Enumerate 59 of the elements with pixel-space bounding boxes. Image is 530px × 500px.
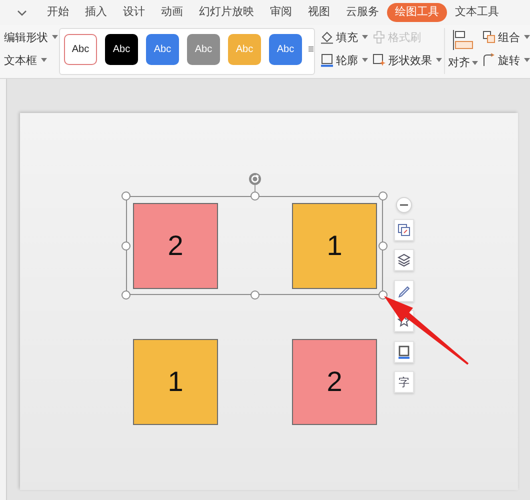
ribbon-button[interactable]: 文本框 bbox=[4, 50, 60, 70]
caret-icon bbox=[52, 35, 58, 39]
ribbon-tab[interactable]: 文本工具 bbox=[447, 3, 507, 22]
resize-handle[interactable] bbox=[250, 290, 259, 300]
style-swatch[interactable]: Abc bbox=[105, 34, 138, 65]
outline-square-icon bbox=[397, 344, 411, 358]
resize-handle[interactable] bbox=[250, 192, 259, 200]
ribbon-tab[interactable]: 视图 bbox=[300, 3, 338, 22]
ribbon-button[interactable]: 形状效果 bbox=[372, 50, 442, 70]
caret-icon bbox=[472, 60, 478, 64]
minus-icon bbox=[400, 204, 408, 206]
caret-icon bbox=[362, 35, 368, 39]
style-swatch[interactable]: Abc bbox=[269, 34, 302, 65]
caret-icon bbox=[362, 58, 368, 62]
resize-handle[interactable] bbox=[122, 290, 130, 300]
ribbon-button[interactable]: 组合 bbox=[482, 27, 530, 47]
align-left-icon bbox=[451, 29, 475, 51]
resize-handle[interactable] bbox=[122, 241, 130, 250]
ribbon-button[interactable]: 填充 bbox=[320, 27, 368, 47]
ribbon-tab[interactable]: 动画 bbox=[153, 3, 191, 22]
ribbon-tab[interactable]: 设计 bbox=[115, 3, 153, 22]
square-shape: 2 bbox=[292, 339, 377, 425]
resize-handle[interactable] bbox=[378, 192, 388, 200]
ribbon-tab[interactable]: 幻灯片放映 bbox=[191, 3, 262, 22]
ribbon-button[interactable]: 轮廓 bbox=[320, 50, 368, 70]
ribbon-tab[interactable]: 审阅 bbox=[262, 3, 300, 22]
layers-button[interactable] bbox=[394, 249, 414, 271]
caret-icon bbox=[524, 58, 530, 62]
replace-shape-button[interactable] bbox=[394, 218, 414, 240]
group-squares-icon bbox=[482, 30, 496, 44]
caret-icon bbox=[41, 58, 47, 62]
square-shape: 2 bbox=[133, 203, 218, 289]
caret-icon bbox=[524, 35, 530, 39]
style-swatch[interactable]: Abc bbox=[64, 34, 98, 65]
swap-squares-icon bbox=[397, 222, 411, 236]
text-style-button[interactable]: 字 bbox=[394, 371, 414, 393]
ribbon-button[interactable]: 旋转 bbox=[482, 50, 530, 70]
ribbon-tab[interactable]: 云服务 bbox=[338, 3, 387, 22]
resize-handle[interactable] bbox=[378, 290, 388, 300]
ribbon-tab[interactable]: 插入 bbox=[77, 3, 115, 22]
chevron-down-icon[interactable] bbox=[17, 10, 27, 16]
ribbon-tab[interactable]: 开始 bbox=[39, 3, 77, 22]
resize-handle[interactable] bbox=[378, 241, 388, 250]
square-shape: 1 bbox=[133, 339, 218, 425]
square-shape: 1 bbox=[292, 203, 377, 289]
style-swatch[interactable]: Abc bbox=[146, 34, 180, 65]
outline-square-icon bbox=[320, 53, 334, 67]
resize-handle[interactable] bbox=[122, 192, 130, 200]
caret-icon bbox=[436, 58, 442, 62]
layers-icon bbox=[397, 253, 411, 267]
pen-button[interactable] bbox=[394, 280, 414, 302]
align-button[interactable]: 对齐 bbox=[448, 25, 478, 70]
ribbon-button[interactable]: 编辑形状 bbox=[4, 27, 60, 47]
collapse-button[interactable] bbox=[396, 197, 412, 213]
gallery-more-icon[interactable] bbox=[308, 44, 314, 54]
outline-button[interactable] bbox=[394, 340, 414, 362]
rotate-icon bbox=[482, 53, 496, 67]
shape-effect-icon bbox=[372, 53, 386, 67]
rotate-handle[interactable] bbox=[248, 172, 262, 192]
